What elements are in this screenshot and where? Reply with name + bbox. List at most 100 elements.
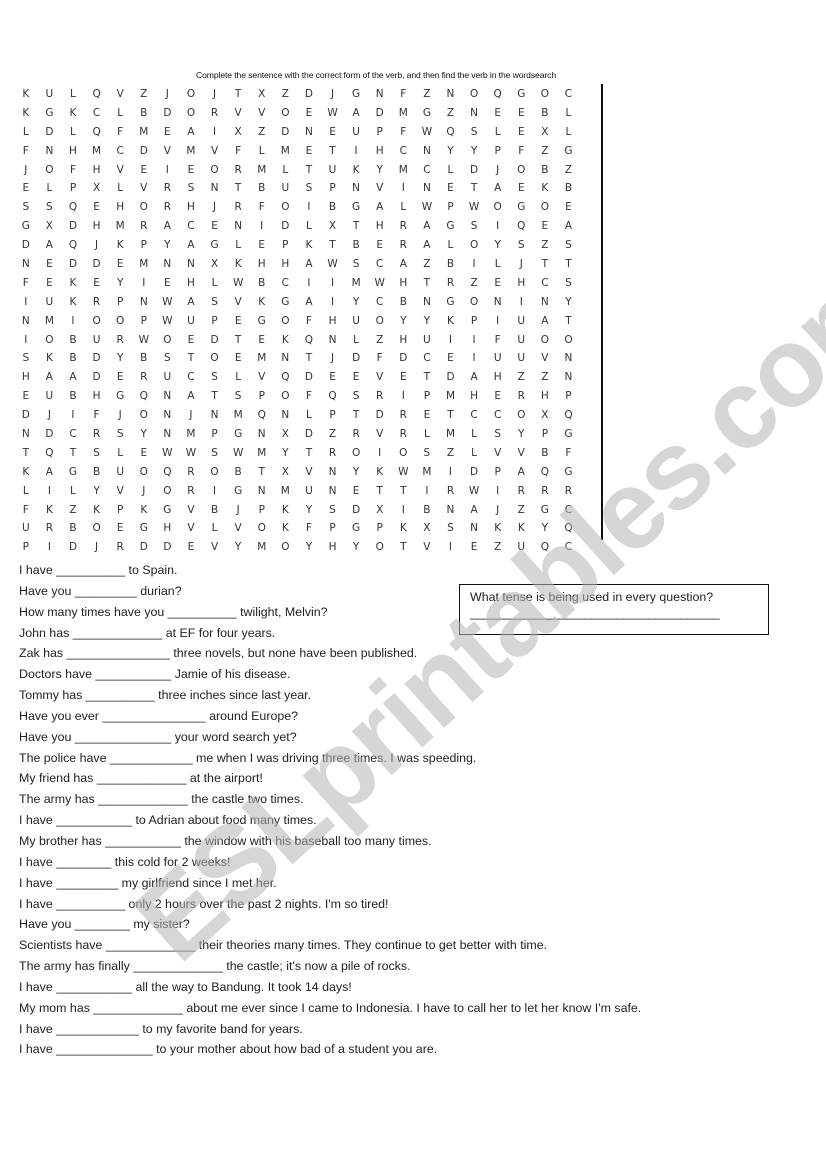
grid-letter[interactable]: O xyxy=(250,519,274,538)
grid-letter[interactable]: A xyxy=(38,368,62,387)
grid-letter[interactable]: A xyxy=(462,501,486,520)
grid-letter[interactable]: D xyxy=(368,104,392,123)
grid-letter[interactable]: S xyxy=(85,444,109,463)
grid-letter[interactable]: M xyxy=(344,274,368,293)
grid-letter[interactable]: D xyxy=(368,406,392,425)
grid-letter[interactable]: P xyxy=(274,236,298,255)
grid-letter[interactable]: O xyxy=(132,198,156,217)
grid-letter[interactable]: K xyxy=(533,179,557,198)
grid-letter[interactable]: Z xyxy=(486,538,510,557)
grid-letter[interactable]: L xyxy=(462,425,486,444)
grid-letter[interactable]: V xyxy=(226,293,250,312)
grid-letter[interactable]: L xyxy=(297,217,321,236)
grid-letter[interactable]: L xyxy=(415,425,439,444)
grid-letter[interactable]: T xyxy=(344,217,368,236)
grid-letter[interactable]: Q xyxy=(85,85,109,104)
grid-letter[interactable]: K xyxy=(61,104,85,123)
grid-letter[interactable]: N xyxy=(156,406,180,425)
grid-letter[interactable]: B xyxy=(557,179,581,198)
grid-letter[interactable]: Q xyxy=(61,198,85,217)
grid-letter[interactable]: K xyxy=(250,293,274,312)
grid-letter[interactable]: J xyxy=(321,349,345,368)
grid-letter[interactable]: K xyxy=(108,236,132,255)
grid-letter[interactable]: J xyxy=(226,501,250,520)
grid-letter[interactable]: W xyxy=(321,255,345,274)
grid-letter[interactable]: N xyxy=(203,179,227,198)
grid-letter[interactable]: Y xyxy=(392,312,416,331)
grid-letter[interactable]: M xyxy=(179,142,203,161)
grid-letter[interactable]: M xyxy=(250,538,274,557)
grid-letter[interactable]: H xyxy=(509,274,533,293)
sentence-item[interactable]: Have you ______________ your word search… xyxy=(19,727,641,748)
grid-letter[interactable]: V xyxy=(226,519,250,538)
grid-letter[interactable]: H xyxy=(368,217,392,236)
grid-letter[interactable]: E xyxy=(462,538,486,557)
grid-letter[interactable]: M xyxy=(250,349,274,368)
grid-letter[interactable]: V xyxy=(108,85,132,104)
grid-letter[interactable]: F xyxy=(486,331,510,350)
grid-letter[interactable]: C xyxy=(392,142,416,161)
grid-letter[interactable]: L xyxy=(297,406,321,425)
grid-letter[interactable]: A xyxy=(297,293,321,312)
grid-letter[interactable]: Y xyxy=(226,538,250,557)
grid-letter[interactable]: C xyxy=(61,425,85,444)
grid-letter[interactable]: W xyxy=(226,444,250,463)
grid-letter[interactable]: H xyxy=(321,538,345,557)
grid-letter[interactable]: W xyxy=(321,104,345,123)
grid-letter[interactable]: C xyxy=(557,538,581,557)
grid-letter[interactable]: Q xyxy=(486,85,510,104)
grid-letter[interactable]: U xyxy=(509,538,533,557)
grid-letter[interactable]: D xyxy=(297,425,321,444)
grid-letter[interactable]: E xyxy=(179,538,203,557)
grid-letter[interactable]: T xyxy=(392,538,416,557)
grid-letter[interactable]: R xyxy=(439,482,463,501)
grid-letter[interactable]: U xyxy=(297,482,321,501)
grid-letter[interactable]: V xyxy=(132,179,156,198)
grid-letter[interactable]: E xyxy=(250,236,274,255)
grid-letter[interactable]: E xyxy=(179,331,203,350)
grid-letter[interactable]: T xyxy=(392,482,416,501)
grid-letter[interactable]: D xyxy=(156,538,180,557)
grid-letter[interactable]: W xyxy=(156,293,180,312)
grid-letter[interactable]: O xyxy=(533,85,557,104)
grid-letter[interactable]: O xyxy=(156,482,180,501)
grid-letter[interactable]: V xyxy=(108,482,132,501)
grid-letter[interactable]: E xyxy=(108,519,132,538)
grid-letter[interactable]: R xyxy=(179,482,203,501)
grid-letter[interactable]: N xyxy=(415,293,439,312)
grid-letter[interactable]: E xyxy=(297,104,321,123)
grid-letter[interactable]: J xyxy=(38,406,62,425)
grid-letter[interactable]: F xyxy=(14,501,38,520)
grid-letter[interactable]: E xyxy=(85,274,109,293)
grid-letter[interactable]: I xyxy=(415,482,439,501)
grid-letter[interactable]: E xyxy=(226,349,250,368)
grid-letter[interactable]: N xyxy=(14,312,38,331)
sentence-item[interactable]: Doctors have ___________ Jamie of his di… xyxy=(19,664,641,685)
grid-letter[interactable]: K xyxy=(38,501,62,520)
grid-letter[interactable]: P xyxy=(250,387,274,406)
grid-letter[interactable]: E xyxy=(509,179,533,198)
grid-letter[interactable]: I xyxy=(486,217,510,236)
grid-letter[interactable]: Q xyxy=(321,387,345,406)
grid-letter[interactable]: Y xyxy=(533,519,557,538)
grid-letter[interactable]: O xyxy=(462,293,486,312)
grid-letter[interactable]: H xyxy=(368,142,392,161)
sentence-item[interactable]: I have _________ my girlfriend since I m… xyxy=(19,873,641,894)
grid-letter[interactable]: N xyxy=(462,104,486,123)
grid-letter[interactable]: Z xyxy=(533,236,557,255)
grid-letter[interactable]: C xyxy=(557,501,581,520)
grid-letter[interactable]: T xyxy=(61,444,85,463)
grid-letter[interactable]: S xyxy=(14,349,38,368)
grid-letter[interactable]: F xyxy=(557,444,581,463)
grid-letter[interactable]: G xyxy=(38,104,62,123)
grid-letter[interactable]: G xyxy=(226,425,250,444)
grid-letter[interactable]: N xyxy=(14,425,38,444)
grid-letter[interactable]: X xyxy=(274,425,298,444)
grid-letter[interactable]: W xyxy=(226,274,250,293)
grid-letter[interactable]: B xyxy=(321,198,345,217)
grid-letter[interactable]: T xyxy=(415,274,439,293)
grid-letter[interactable]: V xyxy=(226,104,250,123)
grid-letter[interactable]: O xyxy=(179,104,203,123)
grid-letter[interactable]: D xyxy=(392,349,416,368)
grid-letter[interactable]: U xyxy=(38,85,62,104)
